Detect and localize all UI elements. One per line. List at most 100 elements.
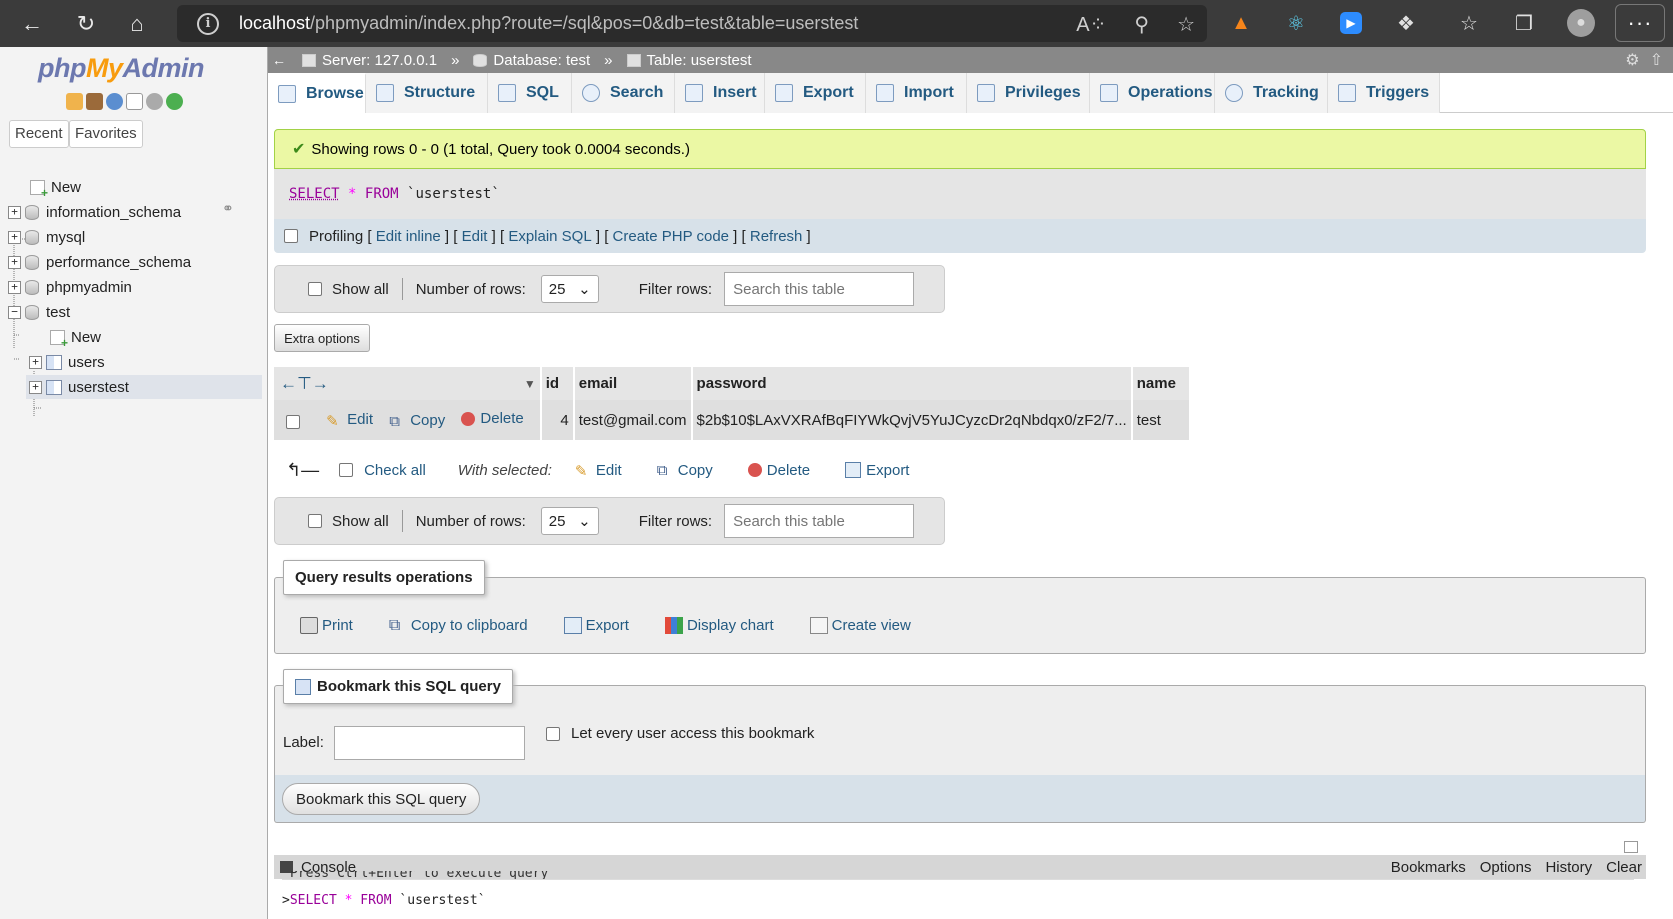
selected-delete-button[interactable]: Delete (747, 462, 810, 479)
reload-icon[interactable] (166, 93, 183, 110)
expand-icon[interactable]: + (8, 230, 21, 244)
breadcrumb-database[interactable]: Database: test (493, 52, 590, 69)
tab-sql[interactable]: SQL (488, 73, 572, 113)
tab-privileges[interactable]: Privileges (967, 73, 1090, 113)
profiling-checkbox[interactable] (284, 229, 298, 243)
row-checkbox[interactable] (286, 414, 300, 429)
copy-to-clipboard-link[interactable]: ⧉ Copy to clipboard (389, 617, 528, 634)
edit-inline-link[interactable]: Edit inline (376, 228, 441, 245)
react-devtools-icon[interactable]: ⚛ (1281, 8, 1311, 38)
collapse-top-icon[interactable]: ⇧ (1650, 50, 1663, 70)
collapse-panel-icon[interactable]: ← (272, 52, 290, 68)
rows-per-page-select[interactable]: 25 ⌄ (540, 507, 599, 535)
cell-email[interactable]: test@gmail.com (573, 400, 693, 440)
column-email[interactable]: email (573, 367, 693, 400)
edit-link[interactable]: Edit (462, 228, 488, 245)
address-bar[interactable]: i localhost/phpmyadmin/index.php?route=/… (177, 5, 1207, 42)
console-history[interactable]: History (1545, 859, 1592, 876)
check-all-checkbox[interactable] (339, 463, 354, 477)
check-all-label[interactable]: Check all (364, 462, 426, 479)
tree-db-test[interactable]: − test (8, 300, 70, 324)
tab-browse[interactable]: Browse (268, 73, 366, 113)
explain-sql-link[interactable]: Explain SQL (508, 228, 591, 245)
display-chart-link[interactable]: Display chart (664, 617, 774, 634)
extra-options-button[interactable]: Extra options (274, 324, 370, 352)
url-text[interactable]: localhost/phpmyadmin/index.php?route=/sq… (239, 13, 858, 34)
zoom-icon[interactable]: ⚲ (1134, 12, 1149, 37)
rows-per-page-select[interactable]: 25 ⌄ (540, 275, 599, 303)
tab-structure[interactable]: Structure (366, 73, 488, 113)
phpmyadmin-logo[interactable]: phpMyAdmin (38, 53, 204, 84)
refresh-icon[interactable]: ↻ (68, 6, 104, 42)
show-all-checkbox[interactable] (308, 514, 322, 528)
settings-gear-icon[interactable]: ⚙ (1625, 50, 1639, 70)
expand-icon[interactable]: + (29, 355, 42, 369)
tab-search[interactable]: Search (572, 73, 675, 113)
zoom-extension-icon[interactable]: ▶ (1340, 12, 1362, 34)
refresh-link[interactable]: Refresh (750, 228, 803, 245)
tab-operations[interactable]: Operations (1090, 73, 1215, 113)
home-icon[interactable]: ⌂ (119, 6, 155, 42)
extensions-icon[interactable]: ❖ (1391, 8, 1421, 38)
console-clear[interactable]: Clear (1606, 859, 1642, 876)
tree-db-phpmyadmin[interactable]: + phpmyadmin (8, 275, 132, 299)
tree-new-database[interactable]: New (30, 175, 81, 200)
show-all-checkbox[interactable] (308, 282, 322, 296)
collapse-icon[interactable]: − (8, 305, 21, 319)
tab-export[interactable]: Export (765, 73, 866, 113)
selected-export-button[interactable]: Export (845, 462, 909, 479)
back-icon[interactable]: ← (14, 6, 50, 42)
docs-icon[interactable] (126, 93, 143, 110)
row-delete-link[interactable]: Delete (461, 410, 524, 427)
sql-keyword-select[interactable]: SELECT (289, 186, 340, 202)
row-copy-link[interactable]: ⧉ Copy (389, 412, 445, 430)
print-link[interactable]: Print (300, 617, 353, 634)
console-options[interactable]: Options (1480, 859, 1532, 876)
share-bookmark-checkbox[interactable] (546, 727, 560, 741)
console-body[interactable]: Press Ctrl+Enter to execute query >SELEC… (274, 871, 1646, 919)
tab-import[interactable]: Import (866, 73, 967, 113)
favorites-icon[interactable]: ☆ (1454, 8, 1484, 38)
tree-db-mysql[interactable]: + mysql (8, 225, 85, 249)
cell-name[interactable]: test (1131, 400, 1191, 440)
tab-tracking[interactable]: Tracking (1215, 73, 1328, 113)
column-id[interactable]: id (540, 367, 575, 400)
settings-gear-icon[interactable] (146, 93, 163, 110)
favorites-tab[interactable]: Favorites (69, 120, 143, 148)
more-menu-icon[interactable]: ··· (1615, 4, 1665, 42)
column-password[interactable]: password (691, 367, 1133, 400)
expand-icon[interactable]: + (8, 255, 21, 269)
export-link[interactable]: Export (563, 617, 629, 634)
home-icon[interactable] (66, 93, 83, 110)
help-icon[interactable] (106, 93, 123, 110)
tree-db-information-schema[interactable]: + information_schema (8, 200, 181, 224)
bookmark-label-input[interactable] (334, 726, 525, 760)
row-edit-link[interactable]: ✎ Edit (326, 411, 373, 430)
cell-password[interactable]: $2b$10$LAxVXRAfBqFIYWkQvjV5YuJCyzcDr2qNb… (691, 400, 1133, 440)
collections-icon[interactable]: ❐ (1509, 8, 1539, 38)
tree-test-new-table[interactable]: New (50, 325, 101, 350)
create-php-code-link[interactable]: Create PHP code (613, 228, 729, 245)
console-icon[interactable] (1624, 841, 1638, 853)
tree-db-performance-schema[interactable]: + performance_schema (8, 250, 191, 274)
read-aloud-icon[interactable]: A⁘ (1076, 12, 1106, 37)
console-bookmarks[interactable]: Bookmarks (1391, 859, 1466, 876)
profile-avatar-icon[interactable]: ● (1567, 9, 1595, 37)
selected-edit-button[interactable]: ✎ Edit (575, 462, 622, 481)
tree-table-users[interactable]: + users (29, 350, 105, 374)
bookmark-query-button[interactable]: Bookmark this SQL query (282, 783, 481, 815)
expand-icon[interactable]: + (29, 380, 42, 394)
tab-insert[interactable]: Insert (675, 73, 765, 113)
recent-tab[interactable]: Recent (9, 120, 69, 148)
breadcrumb-table[interactable]: Table: userstest (647, 52, 752, 69)
column-name[interactable]: name (1131, 367, 1191, 400)
cell-id[interactable]: 4 (540, 400, 575, 440)
expand-icon[interactable]: + (8, 205, 21, 219)
add-favorite-icon[interactable]: ☆ (1177, 12, 1195, 37)
logout-icon[interactable] (86, 93, 103, 110)
column-resize-arrows-icon[interactable]: ←⊤→ (280, 374, 329, 393)
selected-copy-button[interactable]: ⧉ Copy (657, 462, 713, 480)
sort-dropdown-icon[interactable]: ▼ (524, 377, 536, 391)
create-view-link[interactable]: Create view (809, 617, 911, 634)
site-info-icon[interactable]: i (197, 12, 219, 35)
